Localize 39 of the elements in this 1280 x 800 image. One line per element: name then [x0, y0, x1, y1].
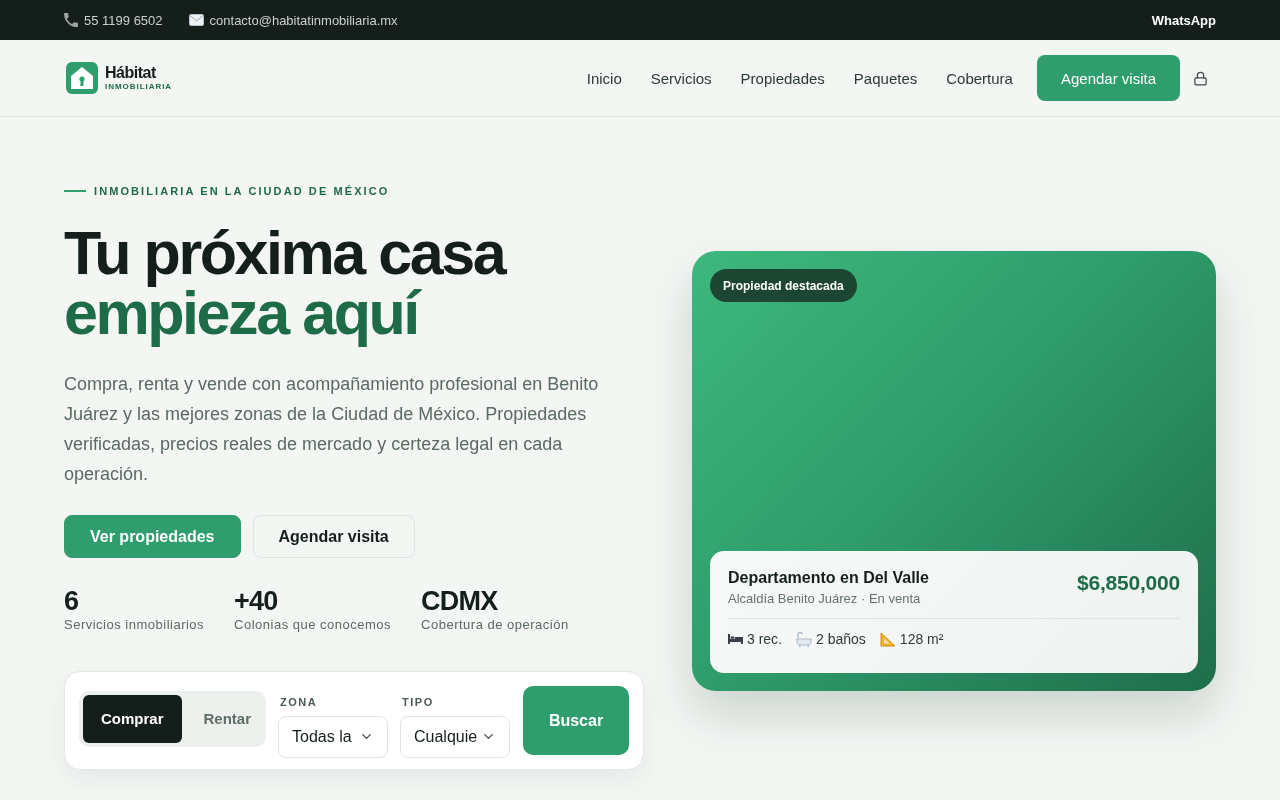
dropdown-select[interactable]: Cualquie: [400, 715, 510, 758]
property-title: Departamento en Del Valle: [728, 569, 929, 587]
lock-icon[interactable]: [1193, 70, 1208, 86]
property-price: $6,850,000: [1077, 571, 1180, 595]
nav-link[interactable]: Servicios: [650, 69, 712, 87]
hero-description: Compra, renta y vende con acompañamiento profesional en Benito Juárez y las mejores zonas de la Ciudad de México. Propiedades verificadas, precios reales de mercado y certeza legal en cada operación.: [64, 373, 600, 486]
field-label: ZONA: [279, 695, 319, 708]
nav-link[interactable]: Propiedades: [740, 69, 825, 87]
envelope-icon: [188, 14, 204, 26]
stat-label: Servicios inmobiliarios: [64, 616, 205, 633]
nav-link[interactable]: Cobertura: [946, 69, 1013, 87]
mode-tab[interactable]: Rentar: [185, 694, 270, 743]
featured-badge: Propiedad destacada: [710, 269, 857, 302]
property-feature: 128 m²: [899, 631, 944, 647]
mode-tab[interactable]: Comprar: [83, 694, 182, 743]
phone-icon: [64, 13, 78, 27]
eyebrow-text: INMOBILIARIA EN LA CIUDAD DE MÉXICO: [94, 185, 390, 197]
stat-label: Cobertura de operación: [421, 616, 569, 633]
nav-link[interactable]: Paquetes: [853, 69, 918, 87]
nav-link[interactable]: Inicio: [586, 69, 622, 87]
phone-number: 55 1199 6502: [84, 12, 163, 28]
whatsapp-link[interactable]: WhatsApp: [1151, 12, 1216, 28]
property-feature: 2 baños: [816, 631, 866, 647]
email-address: contacto@habitatinmobiliaria.mx: [209, 12, 398, 28]
schedule-visit-button[interactable]: Agendar visita: [252, 515, 415, 558]
house-logo-icon: [66, 62, 98, 94]
brand-tagline: INMOBILIARIA: [105, 83, 173, 91]
property-location: Alcaldía Benito Juárez · En venta: [728, 591, 922, 606]
stat-value: 6: [64, 586, 80, 616]
triangle-ruler-icon: [879, 631, 896, 647]
bathtub-icon: [796, 631, 812, 647]
stat-label: Colonias que conocemos: [234, 616, 392, 633]
dropdown-select[interactable]: Todas la: [278, 715, 388, 758]
brand-name: Hábitat: [105, 65, 156, 81]
property-feature: 3 rec.: [747, 631, 782, 647]
stat-value: +40: [234, 586, 279, 616]
stat-value: CDMX: [421, 586, 499, 616]
bed-icon: [728, 634, 743, 644]
field-label: TIPO: [401, 695, 435, 708]
